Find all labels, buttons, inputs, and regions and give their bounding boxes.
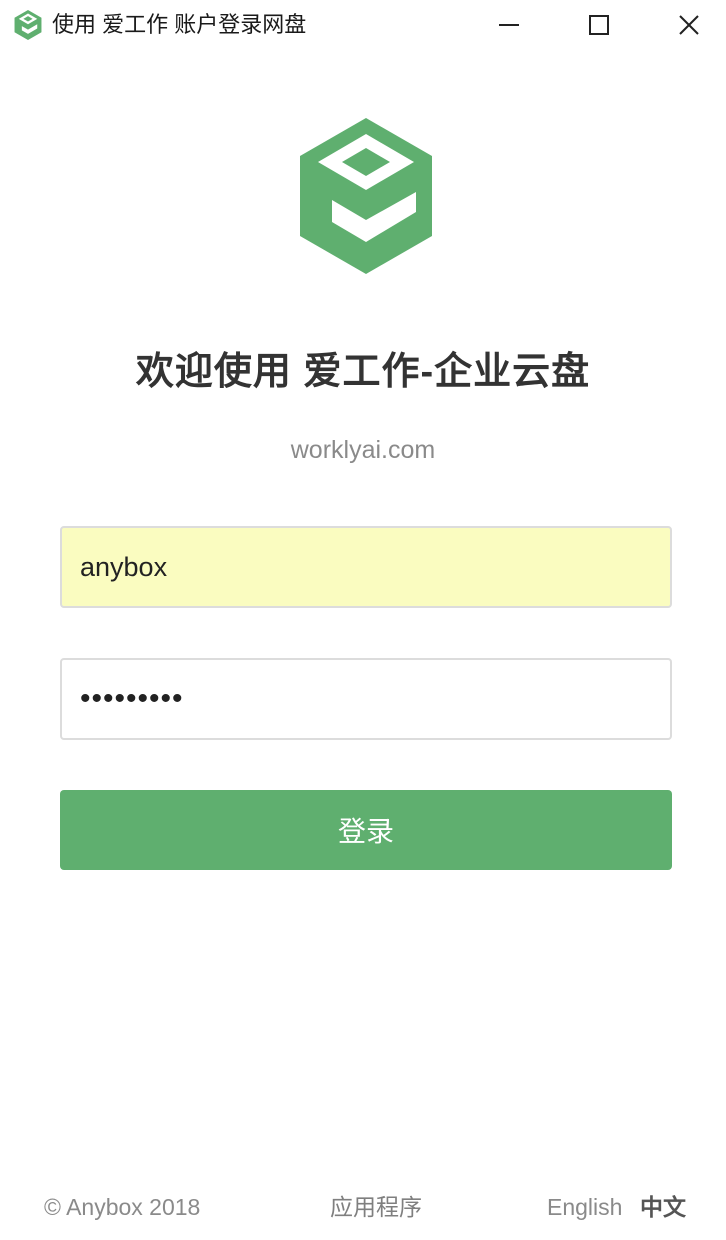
cube-logo-icon [300, 118, 432, 274]
maximize-button[interactable] [564, 0, 634, 50]
close-button[interactable] [654, 0, 724, 50]
close-icon [677, 13, 701, 37]
language-chinese-link[interactable]: 中文 [640, 1190, 686, 1224]
username-input[interactable] [60, 526, 672, 608]
app-logo-icon [14, 10, 42, 40]
window-title: 使用 爱工作 账户登录网盘 [52, 12, 307, 37]
minimize-button[interactable] [474, 0, 544, 50]
welcome-headline: 欢迎使用 爱工作-企业云盘 [135, 351, 591, 393]
window-titlebar: 使用 爱工作 账户登录网盘 [0, 0, 726, 50]
language-english-link[interactable]: English [547, 1190, 622, 1224]
apps-link[interactable]: 应用程序 [330, 1190, 422, 1224]
domain-subtitle: worklyai.com [290, 436, 436, 464]
minimize-icon [497, 13, 521, 37]
brand-logo [296, 118, 436, 274]
login-button[interactable]: 登录 [60, 790, 672, 870]
password-input[interactable] [60, 658, 672, 740]
maximize-icon [587, 13, 611, 37]
copyright-text: © Anybox 2018 [44, 1194, 201, 1220]
